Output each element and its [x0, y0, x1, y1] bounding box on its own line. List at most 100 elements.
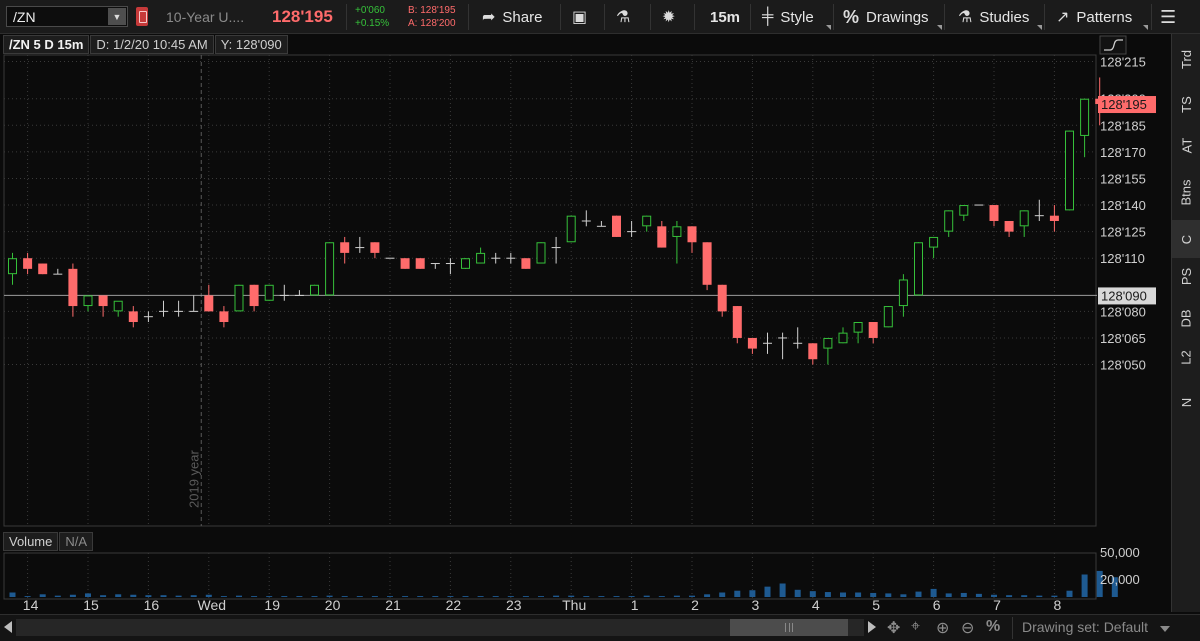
volume-bar [1081, 574, 1088, 597]
time-tick-label: 5 [872, 597, 880, 613]
price-tick-label: 128'050 [1100, 358, 1146, 373]
time-tick-label: 16 [144, 597, 160, 613]
tab-label: Btns [1178, 178, 1194, 206]
candle-body [536, 242, 546, 264]
zoom-in-icon[interactable]: ⊕ [936, 618, 949, 638]
tab-news[interactable]: N [1172, 383, 1200, 421]
tab-time-sales[interactable]: TS [1172, 85, 1200, 123]
tab-label: Trd [1179, 49, 1194, 69]
candle-body [747, 337, 757, 349]
date-readout: D: 1/2/20 10:45 AM [90, 35, 214, 54]
link-icon[interactable] [136, 7, 148, 26]
scroll-left-arrow-icon[interactable] [4, 621, 12, 633]
bid-price: B: 128'195 [408, 5, 456, 16]
studies-button[interactable]: ⚗ Studies [958, 0, 1029, 34]
chart-symbol-period[interactable]: /ZN 5 D 15m [3, 35, 90, 54]
right-tab-strip: Trd TS AT Btns C PS DB L2 N [1171, 34, 1200, 612]
volume-axis: 50,000 20,000 [1100, 545, 1140, 587]
share-label: Share [502, 8, 543, 26]
candle-body [23, 258, 33, 269]
price-tick-label: 128'110 [1100, 251, 1145, 266]
tab-dashboard[interactable]: DB [1172, 299, 1200, 337]
tab-label: TS [1179, 95, 1194, 113]
price-tick-label: 128'125 [1100, 225, 1146, 240]
share-button[interactable]: ➦ Share [482, 0, 542, 34]
tab-buttons[interactable]: Btns [1172, 173, 1200, 211]
candle-body [234, 284, 244, 312]
menu-icon: ☰ [1160, 6, 1177, 27]
candle-body [732, 306, 742, 338]
volume-header: Volume N/A [3, 532, 94, 551]
candle-body [219, 311, 229, 323]
candle-body [1080, 98, 1090, 136]
chart-frames [3, 54, 1097, 600]
candle-body [325, 242, 335, 296]
volume-bar [779, 583, 786, 597]
style-button[interactable]: ╪ Style [762, 0, 814, 34]
toolbar: /ZN ▼ 10-Year U.... 128'195 +0'060 +0.15… [0, 0, 1200, 34]
drawing-set-dropdown-icon[interactable] [1160, 626, 1170, 632]
tab-trade[interactable]: Trd [1172, 40, 1200, 78]
time-tick-label: 15 [83, 597, 99, 613]
chart-header: /ZN 5 D 15m D: 1/2/20 10:45 AM Y: 128'09… [3, 35, 289, 54]
candle-body [914, 242, 923, 296]
percent-icon: % [843, 6, 860, 27]
volume-bar [115, 594, 122, 597]
gear-icon: ✹ [662, 9, 676, 26]
zoom-out-icon[interactable]: ⊖ [961, 618, 974, 638]
tab-level2[interactable]: L2 [1172, 338, 1200, 376]
settings-button[interactable]: ✹ [662, 0, 675, 34]
price-tick-label: 128'155 [1100, 171, 1146, 186]
last-price: 128'195 [272, 7, 333, 26]
more-button[interactable]: ☰ [1160, 0, 1176, 34]
candle-body [959, 205, 969, 216]
drawings-button[interactable]: % Drawings [843, 0, 929, 34]
time-tick-label: 22 [446, 597, 462, 613]
patterns-button[interactable]: ↗ Patterns [1056, 0, 1132, 34]
studies-dropdown-icon[interactable] [1037, 25, 1042, 30]
snapshot-button[interactable]: ▣ [572, 0, 587, 34]
flask-button[interactable]: ⚗ [616, 0, 630, 34]
time-tick-label: 4 [812, 597, 820, 613]
tab-chart[interactable]: C [1172, 220, 1200, 258]
symbol-input[interactable]: /ZN ▼ [6, 6, 128, 27]
price-tick-label: 128'170 [1100, 145, 1146, 160]
candle-body [38, 263, 48, 275]
price-chart[interactable]: 2019 year 128'215128'200128'185128'17012… [0, 34, 1171, 614]
candle-body [898, 279, 908, 307]
tab-product-depth[interactable]: PS [1172, 257, 1200, 295]
candle-body [113, 300, 123, 312]
scroll-right-arrow-icon[interactable] [868, 621, 876, 633]
volume-label[interactable]: Volume [3, 532, 59, 551]
volume-bar [945, 593, 952, 597]
share-icon: ➦ [482, 9, 496, 26]
volume-bar [462, 596, 469, 597]
volume-bar [236, 595, 242, 597]
time-tick-label: 2 [691, 597, 699, 613]
candle-body [883, 306, 893, 328]
crosshair-icon[interactable]: ⌖ [911, 618, 920, 636]
net-change: +0'060 [355, 5, 385, 16]
patterns-dropdown-icon[interactable] [1143, 25, 1148, 30]
volume-bar [432, 596, 439, 597]
percent-icon[interactable]: % [986, 618, 1000, 636]
symbol-dropdown-icon[interactable]: ▼ [108, 8, 126, 25]
drawing-set-selector[interactable]: Drawing set: Default [1022, 619, 1148, 635]
candle-body [8, 258, 17, 275]
volume-bar [960, 592, 967, 597]
style-dropdown-icon[interactable] [826, 25, 831, 30]
volume-bar [160, 595, 167, 597]
pan-icon[interactable]: ✥ [887, 618, 900, 638]
volume-bar [704, 594, 711, 597]
scale-toggle-button[interactable] [1099, 35, 1127, 55]
time-tick-label: 8 [1054, 597, 1062, 613]
timeframe-button[interactable]: 15m [710, 0, 740, 34]
toolbar-divider [346, 4, 347, 30]
toolbar-divider [750, 4, 751, 30]
volume-bar [9, 592, 16, 597]
time-tick-label: Wed [198, 597, 227, 613]
drawings-dropdown-icon[interactable] [937, 25, 942, 30]
tab-active-trader[interactable]: AT [1172, 126, 1200, 164]
time-tick-label: 21 [385, 597, 401, 613]
scale-toggle-frame[interactable] [1099, 35, 1127, 55]
